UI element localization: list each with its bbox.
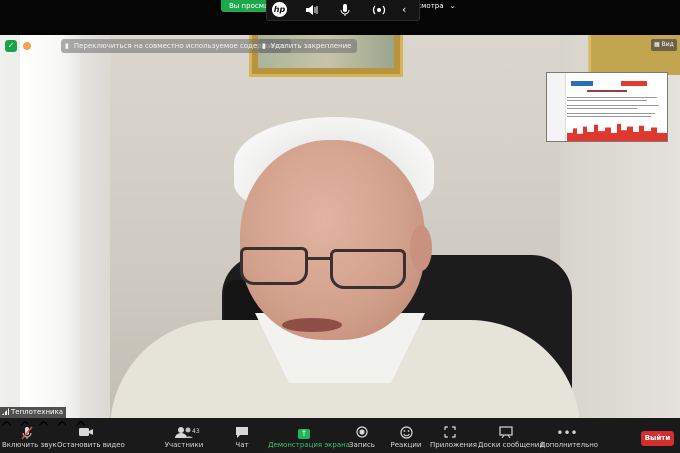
shared-content-thumbnail[interactable] bbox=[546, 72, 668, 142]
signal-bars-icon bbox=[2, 408, 9, 415]
grid-icon: ▦ bbox=[654, 41, 662, 48]
apps-label: Приложения bbox=[430, 441, 477, 449]
document-text-line bbox=[567, 108, 637, 109]
apps-button[interactable]: Приложения bbox=[430, 418, 477, 453]
pin-icon: ▮ bbox=[65, 42, 69, 50]
more-dots-icon: ••• bbox=[556, 426, 578, 440]
person-mouth bbox=[282, 318, 342, 332]
unpin-icon: ▮ bbox=[262, 42, 266, 50]
share-screen-label: Демонстрация экрана bbox=[268, 441, 350, 449]
city-skyline-graphic bbox=[567, 123, 667, 141]
meeting-controls-toolbar: Включить звук ^ Остановить видео ^ Участ… bbox=[0, 418, 680, 453]
participants-count: 43 bbox=[192, 428, 200, 435]
emoji-icon bbox=[390, 426, 422, 440]
switch-to-shared-content-button[interactable]: ▮ Переключиться на совместно используемое… bbox=[61, 39, 292, 53]
record-label: Запись bbox=[349, 441, 375, 449]
apps-icon bbox=[430, 426, 470, 440]
stop-video-label: Остановить видео bbox=[57, 441, 125, 449]
document-text-line bbox=[567, 100, 647, 101]
document-text-line bbox=[567, 97, 657, 98]
document-text-line bbox=[567, 116, 651, 117]
view-label: Вид bbox=[661, 41, 674, 48]
hp-audio-toolbar: hp ‹ bbox=[266, 0, 420, 21]
top-bar: Вы просмат осмотра ⌄ hp ‹ bbox=[0, 0, 680, 35]
record-button[interactable]: Запись bbox=[346, 418, 378, 453]
unmute-label: Включить звук bbox=[2, 441, 57, 449]
remove-pin-label: Удалить закрепление bbox=[270, 42, 352, 50]
background-window bbox=[20, 35, 80, 418]
view-button[interactable]: ▦ Вид bbox=[651, 39, 677, 51]
glasses-right-lens bbox=[330, 249, 406, 289]
whiteboards-label: Доски сообщений bbox=[478, 441, 544, 449]
switch-shared-label: Переключиться на совместно используемое … bbox=[73, 42, 287, 50]
company-logo bbox=[571, 81, 593, 86]
zoom-meeting-window: Вы просмат осмотра ⌄ hp ‹ Теплотехника ✓… bbox=[0, 0, 680, 453]
chevron-down-icon: ⌄ bbox=[449, 2, 456, 10]
chevron-left-icon[interactable]: ‹ bbox=[402, 3, 406, 17]
more-label: Дополнительно bbox=[540, 441, 599, 449]
leave-meeting-button[interactable]: Выйти bbox=[641, 431, 674, 446]
participants-label: Участники bbox=[164, 441, 204, 449]
person-ear bbox=[410, 225, 432, 271]
record-icon bbox=[346, 426, 378, 440]
glasses-left-lens bbox=[240, 247, 308, 285]
document-text-line bbox=[567, 113, 655, 114]
chat-icon bbox=[230, 426, 254, 440]
microphone-muted-icon bbox=[2, 426, 52, 440]
avatar[interactable] bbox=[22, 41, 32, 51]
document-heading bbox=[587, 90, 627, 92]
reactions-button[interactable]: Реакции bbox=[390, 418, 422, 453]
chat-button[interactable]: Чат bbox=[230, 418, 254, 453]
glasses-bridge bbox=[306, 257, 332, 260]
unmute-button[interactable]: Включить звук bbox=[2, 418, 57, 453]
participant-name-tag: Теплотехника bbox=[0, 407, 67, 418]
whiteboards-button[interactable]: Доски сообщений bbox=[478, 418, 544, 453]
shield-icon[interactable]: ✓ bbox=[5, 40, 17, 52]
camera-icon bbox=[57, 426, 115, 440]
broadcast-icon[interactable] bbox=[371, 3, 387, 21]
microphone-icon[interactable] bbox=[339, 3, 351, 21]
hp-logo: hp bbox=[272, 2, 287, 17]
share-screen-button[interactable]: ↑ Демонстрация экрана bbox=[268, 418, 350, 453]
whiteboard-icon bbox=[478, 426, 534, 440]
document-sidebar bbox=[547, 73, 566, 141]
remove-pin-button[interactable]: ▮ Удалить закрепление bbox=[258, 39, 357, 53]
document-text-line bbox=[567, 105, 659, 106]
person-face bbox=[240, 140, 425, 340]
stop-video-button[interactable]: Остановить видео bbox=[57, 418, 125, 453]
more-button[interactable]: ••• Дополнительно bbox=[540, 418, 599, 453]
viewing-notice[interactable]: Вы просмат bbox=[221, 0, 269, 12]
speaker-icon[interactable] bbox=[305, 3, 319, 21]
share-screen-icon: ↑ bbox=[298, 428, 310, 439]
partner-logo bbox=[621, 81, 647, 86]
participant-name: Теплотехника bbox=[11, 408, 64, 416]
chat-label: Чат bbox=[235, 441, 249, 449]
participants-button[interactable]: Участники bbox=[164, 418, 204, 453]
reactions-label: Реакции bbox=[390, 441, 422, 449]
